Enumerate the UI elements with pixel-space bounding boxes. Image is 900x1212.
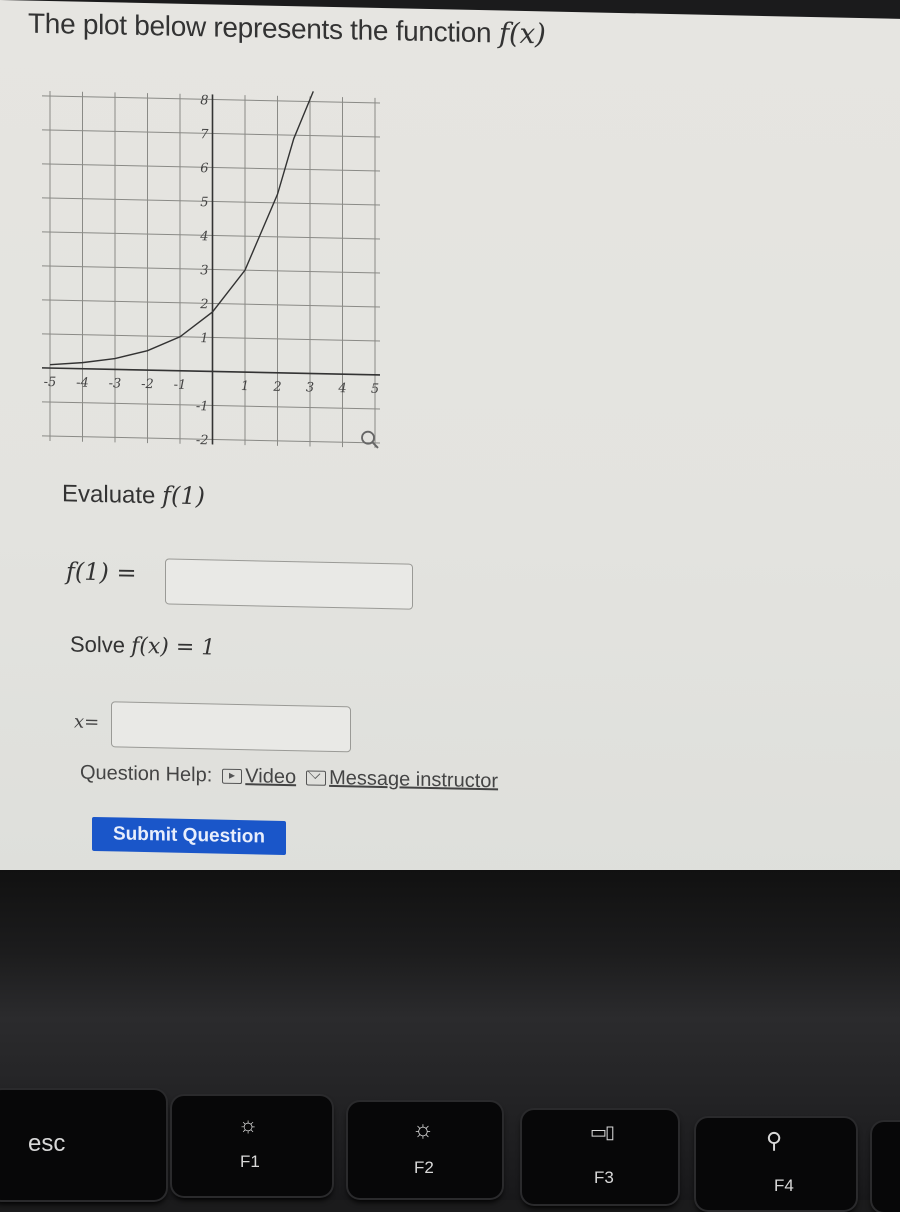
grid-line-h xyxy=(42,95,380,104)
laptop-keyboard: esc ☼ F1 ☼ F2 ▭▯ F3 ⚲ F4 xyxy=(0,870,900,1212)
grid-line-h xyxy=(42,435,380,444)
solve-prompt: Solve f(x) = 1 xyxy=(70,631,215,660)
x-tick-label: 1 xyxy=(241,379,249,394)
f3-label: F3 xyxy=(594,1168,614,1187)
submit-question-button[interactable]: Submit Question xyxy=(92,816,286,855)
y-tick-label: -1 xyxy=(196,399,209,414)
key-f3[interactable]: ▭▯ F3 xyxy=(522,1110,678,1204)
function-graph: -5 -4 -3 -2 -1 1 2 3 4 5 -2 -1 1 2 3 4 5 6 7 8 xyxy=(42,91,380,449)
message-instructor-link[interactable]: Message instructor xyxy=(306,766,498,793)
x-tick-label: 5 xyxy=(371,382,379,397)
mission-control-icon: ▭▯ xyxy=(590,1122,615,1142)
title-text: The plot below represents the function xyxy=(28,7,499,49)
key-esc[interactable]: esc xyxy=(0,1090,166,1200)
mail-icon xyxy=(306,766,327,786)
f1-label: f(1) = xyxy=(66,557,137,587)
evaluate-prompt: Evaluate f(1) xyxy=(62,479,205,511)
y-tick-label: 6 xyxy=(200,161,208,176)
title-function: f(x) xyxy=(498,16,546,51)
y-tick-label: -2 xyxy=(196,433,209,448)
grid xyxy=(42,91,380,448)
y-tick-label: 4 xyxy=(199,229,208,244)
help-label: Question Help: xyxy=(80,761,213,787)
grid-line-h xyxy=(42,299,380,308)
x-tick-label: 4 xyxy=(337,381,346,396)
solve-text: Solve xyxy=(70,631,132,658)
magnifier-icon[interactable] xyxy=(361,430,379,449)
grid-line-h xyxy=(42,197,380,206)
key-f2[interactable]: ☼ F2 xyxy=(348,1102,502,1198)
key-f4[interactable]: ⚲ F4 xyxy=(696,1118,856,1210)
video-icon xyxy=(222,768,243,785)
grid-line-h xyxy=(42,231,380,240)
series-line-f xyxy=(49,91,314,366)
tick-labels: -5 -4 -3 -2 -1 1 2 3 4 5 -2 -1 1 2 3 4 5 6 7 8 xyxy=(44,93,379,448)
y-tick-label: 8 xyxy=(200,93,208,108)
x-label: x= xyxy=(74,711,100,734)
f2-label: F2 xyxy=(414,1158,434,1177)
y-tick-label: 5 xyxy=(200,195,208,210)
x-tick-label: -3 xyxy=(109,376,122,391)
f1-label: F1 xyxy=(240,1152,260,1171)
grid-line-h xyxy=(42,401,380,410)
brightness-up-icon: ☼ xyxy=(412,1116,434,1143)
x-tick-label: -1 xyxy=(174,378,187,393)
solve-math: f(x) = 1 xyxy=(131,633,216,661)
y-tick-label: 3 xyxy=(200,263,208,278)
f4-label: F4 xyxy=(774,1176,794,1195)
y-tick-label: 1 xyxy=(200,331,208,346)
key-f5-partial[interactable] xyxy=(872,1122,900,1212)
y-tick-label: 2 xyxy=(199,297,208,312)
x-tick-label: -4 xyxy=(76,376,89,391)
evaluate-text: Evaluate xyxy=(62,480,163,510)
spotlight-icon: ⚲ xyxy=(766,1128,783,1153)
grid-line-h xyxy=(42,333,380,342)
video-link-text: Video xyxy=(245,765,297,789)
grid-line-h xyxy=(42,265,380,274)
message-link-text: Message instructor xyxy=(329,766,499,793)
x-axis xyxy=(42,367,380,376)
evaluate-math: f(1) xyxy=(162,481,205,511)
y-tick-label: 7 xyxy=(200,127,209,142)
question-help: Question Help: Video Message instructor xyxy=(80,762,498,794)
screen: The plot below represents the function f… xyxy=(0,0,900,899)
question-title: The plot below represents the function f… xyxy=(28,7,546,51)
x-answer-input[interactable] xyxy=(111,701,351,753)
grid-line-h xyxy=(42,163,380,172)
key-f1[interactable]: ☼ F1 xyxy=(172,1096,332,1196)
video-link[interactable]: Video xyxy=(222,765,296,790)
brightness-down-icon: ☼ xyxy=(238,1112,259,1137)
x-tick-label: 3 xyxy=(306,380,314,395)
grid-line-h xyxy=(42,129,380,138)
x-tick-label: 2 xyxy=(272,380,281,395)
x-tick-label: -2 xyxy=(141,377,154,392)
x-tick-label: -5 xyxy=(44,375,57,390)
esc-label: esc xyxy=(28,1130,66,1157)
f1-answer-input[interactable] xyxy=(165,558,413,610)
